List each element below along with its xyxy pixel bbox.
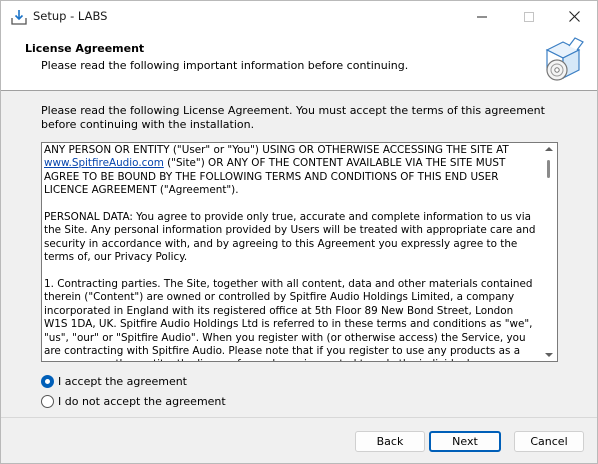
close-button[interactable] — [551, 1, 597, 32]
window-title: Setup - LABS — [33, 9, 108, 23]
vertical-scrollbar[interactable] — [541, 143, 557, 361]
scroll-down-arrow-icon[interactable] — [545, 352, 553, 358]
scroll-up-arrow-icon[interactable] — [545, 146, 553, 152]
footer-divider — [1, 417, 597, 418]
installer-app-icon — [11, 9, 27, 25]
cancel-button[interactable]: Cancel — [514, 431, 584, 452]
next-button[interactable]: Next — [429, 431, 501, 452]
wizard-header: License Agreement Please read the follow… — [1, 32, 597, 90]
instructions-text: Please read the following License Agreem… — [41, 104, 545, 131]
license-text: ANY PERSON OR ENTITY ("User" or "You") U… — [44, 144, 536, 361]
page-title: License Agreement — [25, 42, 145, 55]
decline-label[interactable]: I do not accept the agreement — [58, 395, 226, 408]
setup-window: Setup - LABS License Agreement Please re… — [0, 0, 598, 464]
license-p1-start: ANY PERSON OR ENTITY ("User" or "You") U… — [44, 144, 509, 156]
maximize-button — [506, 1, 552, 32]
minimize-button[interactable] — [459, 1, 505, 32]
license-text-box[interactable]: ANY PERSON OR ENTITY ("User" or "You") U… — [41, 142, 558, 362]
minimize-icon — [477, 16, 487, 17]
license-paragraph-3: 1. Contracting parties. The Site, togeth… — [44, 278, 533, 361]
decline-option[interactable]: I do not accept the agreement — [41, 393, 226, 409]
license-paragraph-2: PERSONAL DATA: You agree to provide only… — [44, 211, 536, 264]
page-subtitle: Please read the following important info… — [41, 59, 409, 72]
back-button[interactable]: Back — [355, 431, 425, 452]
scroll-thumb[interactable] — [547, 160, 550, 178]
accept-radio[interactable] — [41, 374, 54, 388]
decline-radio[interactable] — [41, 394, 54, 408]
accept-label[interactable]: I accept the agreement — [58, 375, 187, 388]
title-bar[interactable]: Setup - LABS — [1, 1, 597, 32]
header-divider — [1, 90, 597, 91]
license-paragraph-1: ANY PERSON OR ENTITY ("User" or "You") U… — [44, 144, 536, 198]
maximize-icon — [524, 11, 534, 22]
software-box-cd-icon — [541, 36, 585, 84]
spitfire-website-link[interactable]: www.SpitfireAudio.com — [44, 157, 164, 169]
close-icon — [568, 11, 580, 22]
accept-option[interactable]: I accept the agreement — [41, 373, 187, 389]
